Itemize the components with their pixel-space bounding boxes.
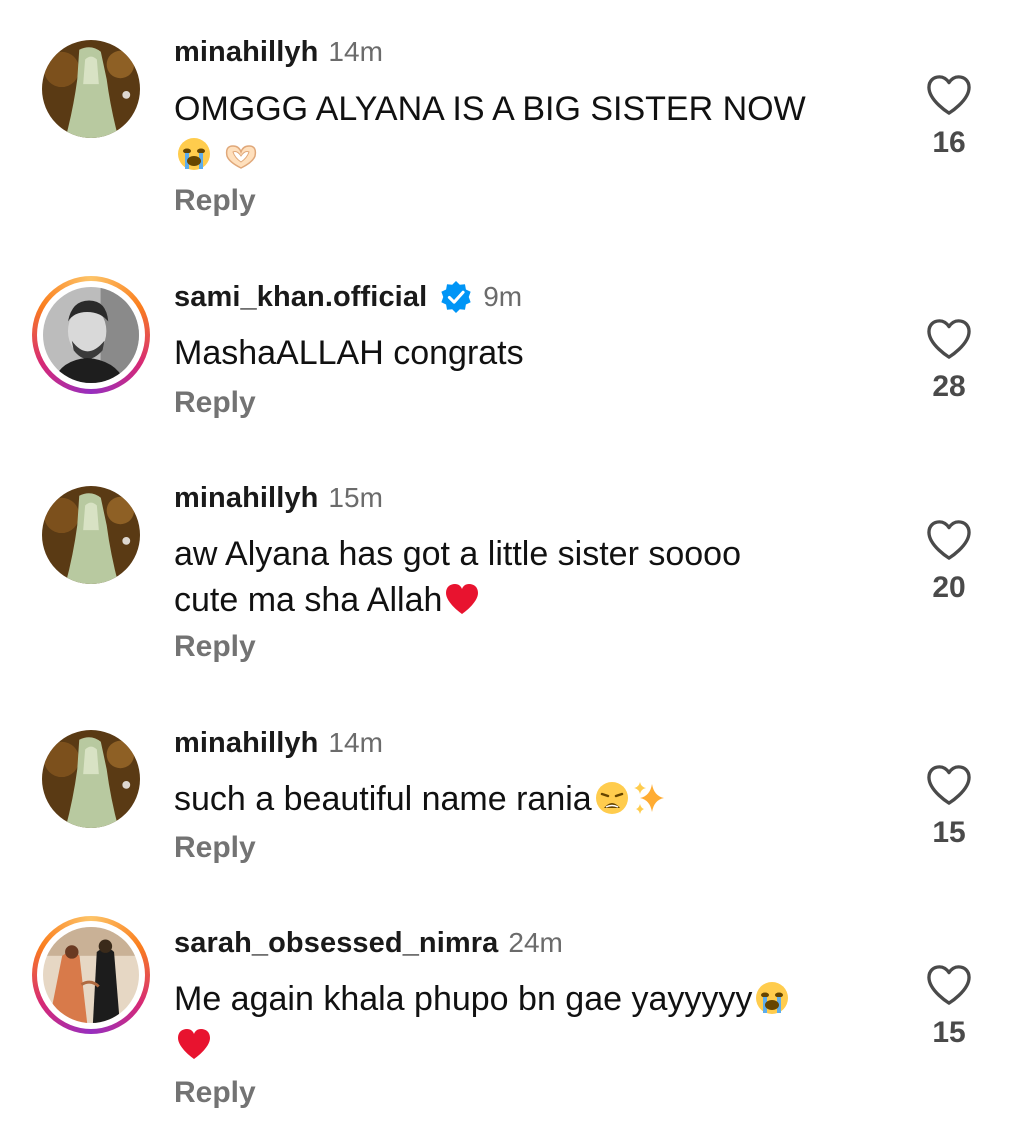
like-count: 16 (932, 126, 966, 159)
heart-icon[interactable] (926, 764, 972, 806)
avatar[interactable] (32, 916, 150, 1034)
like-section: 20 (910, 519, 988, 605)
reply-button[interactable]: Reply (174, 630, 256, 664)
red-heart-emoji (444, 581, 480, 617)
heart-icon[interactable] (926, 964, 972, 1006)
like-count: 20 (932, 571, 966, 604)
comment-text-line: such a beautiful name rania (174, 780, 592, 818)
comment-text-line-wrap: such a beautiful name rania (174, 776, 874, 822)
comment-text: MashaALLAH congrats (174, 330, 874, 376)
like-count: 28 (932, 370, 966, 403)
username[interactable]: minahillyh (174, 482, 318, 515)
reply-button[interactable]: Reply (174, 184, 256, 218)
like-section: 16 (910, 74, 988, 160)
like-section: 15 (910, 964, 988, 1050)
like-section: 28 (910, 318, 988, 404)
heart-icon[interactable] (926, 519, 972, 561)
comment-text-line: OMGGG ALYANA IS A BIG SISTER NOW (174, 90, 806, 128)
like-section: 15 (910, 764, 988, 850)
comment-header: sami_khan.official 9m (174, 277, 522, 317)
timestamp: 24m (508, 927, 563, 958)
loudly-crying-face-emoji (754, 980, 790, 1016)
comment-header: minahillyh 14m (174, 32, 383, 72)
username[interactable]: minahillyh (174, 727, 318, 760)
comment-header: minahillyh 15m (174, 478, 383, 518)
weary-face-emoji (594, 780, 630, 816)
comment-emoji-line (174, 132, 874, 178)
username[interactable]: sami_khan.official (174, 281, 427, 314)
username[interactable]: minahillyh (174, 36, 318, 69)
heart-icon[interactable] (926, 74, 972, 116)
avatar[interactable] (32, 276, 150, 394)
loudly-crying-face-emoji (176, 136, 212, 172)
sparkles-emoji (632, 780, 668, 816)
reply-button[interactable]: Reply (174, 831, 256, 865)
verified-badge-icon (439, 280, 473, 314)
comment-text-line: MashaALLAH congrats (174, 334, 524, 372)
timestamp: 14m (328, 727, 383, 758)
timestamp: 15m (328, 482, 383, 513)
avatar-image (42, 40, 140, 138)
avatar-image (42, 486, 140, 584)
red-heart-emoji (176, 1026, 212, 1062)
comment-text-line: cute ma sha Allah (174, 581, 443, 619)
avatar[interactable] (32, 476, 150, 594)
comment-text: OMGGG ALYANA IS A BIG SISTER NOW (174, 86, 874, 178)
comment-text-line: Me again khala phupo bn gae yayyyyy (174, 980, 753, 1018)
timestamp: 14m (328, 36, 383, 67)
like-count: 15 (932, 816, 966, 849)
timestamp: 9m (483, 281, 523, 312)
comment-text-line-wrap: Me again khala phupo bn gae yayyyyy (174, 976, 874, 1022)
reply-button[interactable]: Reply (174, 1076, 256, 1110)
like-count: 15 (932, 1016, 966, 1049)
comment-text: such a beautiful name rania (174, 776, 874, 822)
comment-header: minahillyh 14m (174, 723, 383, 763)
avatar[interactable] (32, 720, 150, 838)
heart-hands-emoji (223, 136, 259, 172)
comment-header: sarah_obsessed_nimra 24m (174, 923, 563, 963)
avatar[interactable] (32, 30, 150, 148)
comment-emoji-line (174, 1022, 874, 1068)
comment-text-line-wrap: cute ma sha Allah (174, 577, 874, 623)
heart-icon[interactable] (926, 318, 972, 360)
avatar-image (43, 287, 139, 383)
comment-text-line: aw Alyana has got a little sister soooo (174, 535, 741, 573)
avatar-image (43, 927, 139, 1023)
username[interactable]: sarah_obsessed_nimra (174, 927, 498, 960)
comment-text: aw Alyana has got a little sister soooo … (174, 531, 874, 623)
comment-text: Me again khala phupo bn gae yayyyyy (174, 976, 874, 1068)
reply-button[interactable]: Reply (174, 386, 256, 420)
avatar-image (42, 730, 140, 828)
